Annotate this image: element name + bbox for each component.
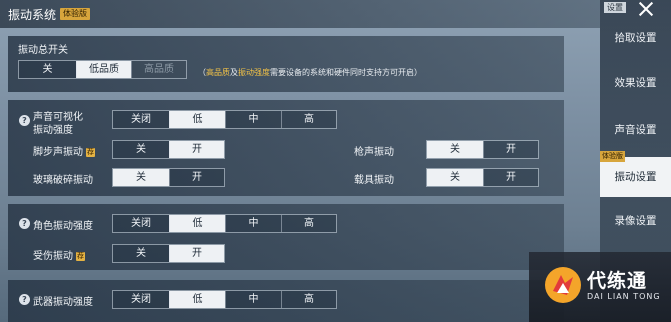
- character-label: 角色振动强度: [33, 221, 93, 232]
- character-option-mid[interactable]: 中: [225, 215, 281, 232]
- logo-mark-icon: [545, 267, 581, 303]
- sidebar-item-pickup[interactable]: 拾取设置: [600, 18, 671, 58]
- top-bar: 振动系统 体验版: [0, 0, 600, 28]
- help-icon[interactable]: ?: [19, 294, 30, 305]
- master-switch-label: 振动总开关: [18, 45, 68, 56]
- help-icon[interactable]: ?: [19, 115, 30, 126]
- glass-option-off[interactable]: 关: [113, 169, 169, 186]
- note-highlight: 振动强度: [238, 68, 270, 77]
- character-option-high[interactable]: 高: [281, 215, 336, 232]
- footstep-option-on[interactable]: 开: [169, 141, 224, 158]
- gunshot-label: 枪声振动: [354, 147, 394, 158]
- gunshot-toggle: 关 开: [426, 140, 539, 159]
- note-text: （: [198, 68, 206, 77]
- glass-label: 玻璃破碎振动: [33, 175, 93, 186]
- sidebar-item-label: 声音设置: [614, 124, 657, 136]
- note-highlight: 高品质: [206, 68, 230, 77]
- glass-option-on[interactable]: 开: [169, 169, 224, 186]
- weapon-option-mid[interactable]: 中: [225, 291, 281, 308]
- footstep-option-off[interactable]: 关: [113, 141, 169, 158]
- weapon-option-off[interactable]: 关闭: [113, 291, 169, 308]
- logo-name-cn: 代练通: [587, 270, 648, 292]
- sound-vis-option-low[interactable]: 低: [169, 111, 225, 128]
- sound-vis-label-2: 振动强度: [33, 125, 73, 136]
- sidebar-item-recording[interactable]: 录像设置: [600, 201, 671, 241]
- weapon-label: 武器振动强度: [33, 297, 93, 308]
- footstep-toggle: 关 开: [112, 140, 225, 159]
- sidebar-item-vibration[interactable]: 体验版 振动设置: [600, 151, 671, 197]
- sidebar-item-effects[interactable]: 效果设置: [600, 63, 671, 103]
- footstep-label: 脚步声振动荐: [33, 143, 95, 158]
- settings-tab[interactable]: 设置: [604, 2, 626, 13]
- vehicle-toggle: 关 开: [426, 168, 539, 187]
- master-option-high[interactable]: 高品质: [131, 61, 186, 78]
- gunshot-option-off[interactable]: 关: [427, 141, 483, 158]
- master-option-off[interactable]: 关: [19, 61, 76, 78]
- sound-vis-option-mid[interactable]: 中: [225, 111, 281, 128]
- vehicle-option-on[interactable]: 开: [483, 169, 538, 186]
- note-text: 需要设备的系统和硬件同时支持方可开启）: [270, 68, 422, 77]
- master-option-low[interactable]: 低品质: [76, 61, 131, 78]
- glass-toggle: 关 开: [112, 168, 225, 187]
- sidebar-beta-badge: 体验版: [600, 151, 625, 162]
- sound-vis-option-high[interactable]: 高: [281, 111, 336, 128]
- hurt-option-off[interactable]: 关: [113, 245, 169, 262]
- close-icon[interactable]: [634, 0, 658, 22]
- sidebar-item-sound[interactable]: 声音设置: [600, 110, 671, 150]
- beta-badge: 体验版: [60, 8, 90, 20]
- hurt-label-text: 受伤振动: [33, 251, 73, 262]
- master-switch-selector: 关 低品质 高品质: [18, 60, 187, 79]
- hurt-label: 受伤振动荐: [33, 247, 85, 262]
- sidebar-item-label: 拾取设置: [614, 32, 657, 44]
- vehicle-label: 载具振动: [354, 175, 394, 186]
- help-icon[interactable]: ?: [19, 218, 30, 229]
- recommend-tag: 荐: [76, 252, 85, 261]
- recommend-tag: 荐: [86, 148, 95, 157]
- character-selector: 关闭 低 中 高: [112, 214, 337, 233]
- sidebar-item-label: 效果设置: [614, 77, 657, 89]
- sound-vis-selector: 关闭 低 中 高: [112, 110, 337, 129]
- weapon-option-high[interactable]: 高: [281, 291, 336, 308]
- footstep-label-text: 脚步声振动: [33, 147, 83, 158]
- weapon-selector: 关闭 低 中 高: [112, 290, 337, 309]
- character-option-off[interactable]: 关闭: [113, 215, 169, 232]
- sound-vis-option-off[interactable]: 关闭: [113, 111, 169, 128]
- note-text: 及: [230, 68, 238, 77]
- page-title: 振动系统: [8, 8, 57, 22]
- master-switch-panel: 振动总开关 关 低品质 高品质 （高品质及振动强度需要设备的系统和硬件同时支持方…: [8, 36, 564, 92]
- gunshot-option-on[interactable]: 开: [483, 141, 538, 158]
- weapon-option-low[interactable]: 低: [169, 291, 225, 308]
- sidebar-item-label: 振动设置: [614, 171, 657, 183]
- sidebar-item-label: 录像设置: [614, 215, 657, 227]
- character-option-low[interactable]: 低: [169, 215, 225, 232]
- hurt-option-on[interactable]: 开: [169, 245, 224, 262]
- vehicle-option-off[interactable]: 关: [427, 169, 483, 186]
- hardware-support-note: （高品质及振动强度需要设备的系统和硬件同时支持方可开启）: [198, 67, 422, 78]
- logo-name-en: DAI LIAN TONG: [587, 292, 661, 301]
- watermark-logo: 代练通 DAI LIAN TONG: [529, 252, 671, 322]
- hurt-toggle: 关 开: [112, 244, 225, 263]
